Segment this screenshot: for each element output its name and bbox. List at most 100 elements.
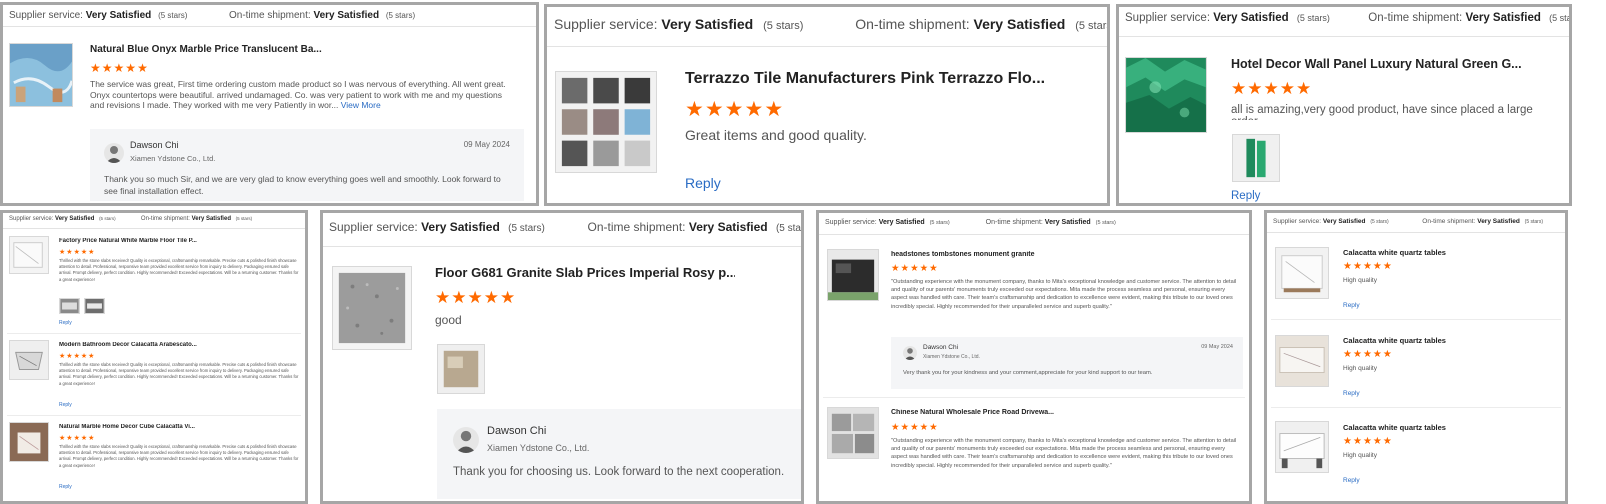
- white-marble-image: [10, 237, 48, 273]
- product-title[interactable]: Modern Bathroom Decor Calacatta Arabesca…: [59, 342, 209, 348]
- star-icon: ★: [73, 435, 81, 442]
- on-time-shipment-value: Very Satisfied: [973, 16, 1066, 32]
- reply-link[interactable]: Reply: [59, 402, 72, 408]
- review-text: High quality: [1343, 365, 1377, 372]
- star-icon: ★: [59, 435, 67, 442]
- star-icon: ★: [90, 61, 102, 75]
- product-thumbnail[interactable]: [9, 43, 73, 107]
- review-photo[interactable]: [437, 344, 485, 394]
- on-time-shipment-stars: (5 stars): [235, 216, 253, 221]
- on-time-shipment-value: Very Satisfied: [191, 216, 231, 222]
- star-icon: ★: [73, 353, 81, 360]
- product-title[interactable]: Calacatta white quartz tables: [1343, 423, 1543, 432]
- review-text-content: The service was great, First time orderi…: [90, 79, 506, 110]
- review-text: "Outstanding experience with the monumen…: [891, 279, 1237, 310]
- reply-link[interactable]: Reply: [1343, 302, 1360, 309]
- product-thumbnail[interactable]: [555, 71, 657, 173]
- star-icon: ★: [1263, 79, 1280, 98]
- product-title[interactable]: Natural Blue Onyx Marble Price Transluce…: [90, 44, 330, 55]
- star-icon: ★: [910, 263, 920, 274]
- reply-link[interactable]: Reply: [685, 175, 721, 191]
- on-time-shipment-label: On-time shipment:: [1368, 12, 1463, 24]
- product-thumbnail[interactable]: [9, 340, 49, 380]
- rating-stars: ★★★★★: [891, 422, 939, 433]
- star-icon: ★: [483, 288, 500, 307]
- star-icon: ★: [685, 98, 705, 121]
- star-icon: ★: [891, 263, 901, 274]
- product-title[interactable]: Factory Price Natural White Marble Floor…: [59, 238, 209, 244]
- rating-summary-header: Supplier service: Very Satisfied (5 star…: [819, 213, 1249, 235]
- star-icon: ★: [80, 353, 89, 360]
- star-icon: ★: [137, 61, 149, 75]
- reply-link[interactable]: Reply: [59, 320, 72, 326]
- reply-text: Thank you for choosing us. Look forward …: [453, 466, 785, 478]
- green-glass-image: [1126, 58, 1206, 132]
- reply-date: 09 May 2024: [463, 140, 510, 149]
- on-time-shipment-label: On-time shipment:: [228, 10, 311, 21]
- product-title[interactable]: Calacatta white quartz tables: [1343, 248, 1543, 257]
- star-icon: ★: [1362, 349, 1373, 360]
- product-title[interactable]: Chinese Natural Wholesale Price Road Dri…: [891, 409, 1111, 416]
- product-thumbnail[interactable]: [1275, 421, 1329, 473]
- product-title[interactable]: Hotel Decor Wall Panel Luxury Natural Gr…: [1231, 57, 1531, 71]
- star-icon: ★: [1279, 79, 1296, 98]
- on-time-shipment-value: Very Satisfied: [313, 10, 380, 21]
- seller-reply-box: Dawson Chi Xiamen Ydstone Co., Ltd. 09 M…: [891, 337, 1243, 389]
- star-icon: ★: [900, 422, 911, 433]
- divider: [1271, 319, 1561, 320]
- supplier-service-stars: (5 stars): [158, 11, 188, 20]
- product-thumbnail[interactable]: [1275, 335, 1329, 387]
- star-icon: ★: [125, 61, 138, 75]
- rating-stars: ★★★★★: [90, 61, 149, 75]
- product-thumbnail[interactable]: [827, 249, 879, 301]
- rating-stars: ★★★★★: [685, 97, 784, 122]
- review-card-monument: Supplier service: Very Satisfied (5 star…: [816, 210, 1252, 504]
- supplier-service-label: Supplier service:: [329, 220, 418, 234]
- star-icon: ★: [1382, 349, 1393, 360]
- on-time-shipment-stars: (5 stars): [385, 11, 416, 20]
- quartz-table-image: [1276, 248, 1328, 298]
- star-icon: ★: [66, 435, 74, 442]
- product-title[interactable]: Terrazzo Tile Manufacturers Pink Terrazz…: [685, 70, 1045, 88]
- product-thumbnail[interactable]: [1125, 57, 1207, 133]
- reply-link[interactable]: Reply: [1343, 477, 1360, 484]
- reply-author-name: Dawson Chi: [923, 344, 959, 351]
- product-thumbnail[interactable]: [332, 266, 412, 350]
- reply-author-company: Xiamen Ydstone Co., Ltd.: [487, 443, 590, 453]
- review-photo[interactable]: [1232, 134, 1280, 182]
- product-title[interactable]: headstones tombstones monument granite: [891, 251, 1111, 258]
- granite-slab-photo: [438, 345, 484, 393]
- review-photo[interactable]: [59, 298, 80, 314]
- product-thumbnail[interactable]: [9, 422, 49, 462]
- divider: [7, 415, 301, 416]
- product-thumbnail[interactable]: [9, 236, 49, 274]
- reply-link[interactable]: Reply: [1343, 390, 1360, 397]
- product-title[interactable]: Natural Marble Home Decor Cube Calacatta…: [59, 424, 209, 430]
- on-time-shipment-value: Very Satisfied: [1465, 12, 1541, 24]
- star-icon: ★: [59, 249, 67, 256]
- reply-link[interactable]: Reply: [59, 484, 72, 490]
- star-icon: ★: [88, 249, 96, 256]
- reply-link[interactable]: Reply: [1231, 190, 1260, 202]
- view-more-link[interactable]: View More: [341, 100, 381, 110]
- supplier-service-label: Supplier service:: [9, 10, 83, 21]
- star-icon: ★: [744, 98, 765, 121]
- green-panel-photo: [1233, 135, 1279, 181]
- review-text: "Outstanding experience with the monumen…: [891, 438, 1237, 469]
- supplier-service-stars: (5 stars): [99, 216, 116, 221]
- reply-author-company: Xiamen Ydstone Co., Ltd.: [923, 354, 980, 360]
- star-icon: ★: [1372, 349, 1383, 360]
- rating-summary-header: Supplier service: Very Satisfied (5 star…: [547, 7, 1107, 47]
- grey-granite-image: [333, 267, 411, 349]
- product-thumbnail[interactable]: [1275, 247, 1329, 299]
- star-icon: ★: [113, 61, 126, 75]
- product-title[interactable]: Floor G681 Granite Slab Prices Imperial …: [435, 265, 735, 280]
- review-photo[interactable]: [84, 298, 105, 314]
- review-card-terrazzo: Supplier service: Very Satisfied (5 star…: [544, 4, 1110, 206]
- star-icon: ★: [891, 422, 901, 433]
- star-icon: ★: [66, 353, 74, 360]
- supplier-service-stars: (5 stars): [508, 223, 545, 234]
- product-thumbnail[interactable]: [827, 407, 879, 459]
- product-title[interactable]: Calacatta white quartz tables: [1343, 336, 1543, 345]
- rating-stars: ★★★★★: [1231, 79, 1312, 99]
